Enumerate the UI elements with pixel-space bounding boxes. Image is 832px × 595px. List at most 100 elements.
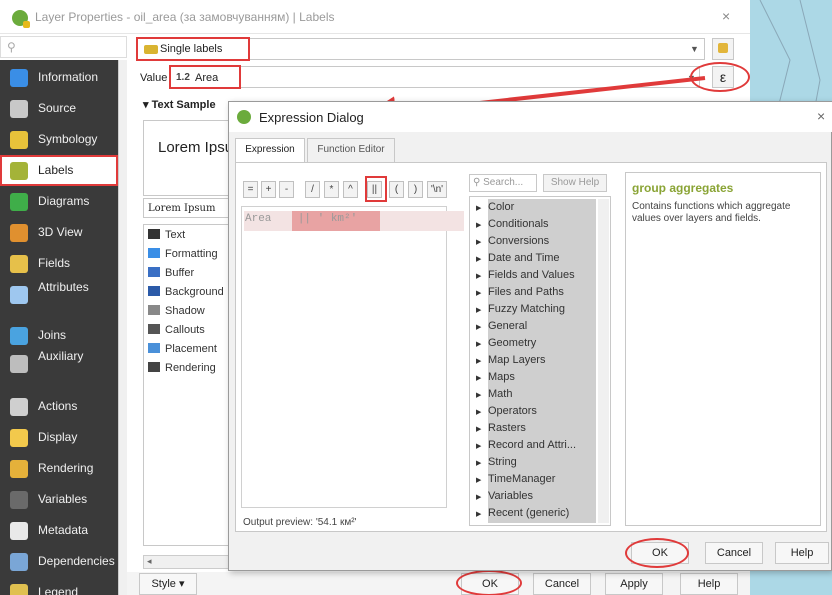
function-group-item[interactable]: ▶ Operators (476, 405, 537, 417)
function-group-item[interactable]: ▶ Date and Time (476, 252, 560, 264)
sidebar-item-joins[interactable]: Joins (0, 320, 118, 351)
expand-arrow-icon[interactable]: ▶ (476, 272, 488, 280)
text-sample-header[interactable]: ▾ Text Sample (143, 98, 216, 111)
label-tab-rendering[interactable]: Rendering (148, 362, 216, 374)
help-button[interactable]: Help (680, 573, 738, 595)
expand-arrow-icon[interactable]: ▶ (476, 289, 488, 297)
function-group-item[interactable]: ▶ General (476, 320, 527, 332)
function-group-item[interactable]: ▶ Fields and Values (476, 269, 575, 281)
sidebar-item-fields[interactable]: Fields (0, 248, 118, 279)
operator-button-2[interactable]: - (279, 181, 294, 198)
expand-arrow-icon[interactable]: ▶ (476, 306, 488, 314)
sidebar-item-attributes[interactable]: Attributes (0, 279, 118, 310)
sidebar-item-information[interactable]: Information (0, 62, 118, 93)
horizontal-scrollbar[interactable]: ◂ (143, 555, 235, 569)
function-group-item[interactable]: ▶ Math (476, 388, 512, 400)
sidebar-item-variables[interactable]: Variables (0, 484, 118, 515)
sidebar-item-symbology[interactable]: Symbology (0, 124, 118, 155)
sidebar-item-3d-view[interactable]: 3D View (0, 217, 118, 248)
label-tab-text[interactable]: Text (148, 229, 185, 241)
window-close-button[interactable]: × (722, 8, 730, 24)
operator-button-0[interactable]: = (243, 181, 258, 198)
operator-button-5[interactable]: ^ (343, 181, 358, 198)
dialog-cancel-button[interactable]: Cancel (705, 542, 763, 564)
expand-arrow-icon[interactable]: ▶ (476, 238, 488, 246)
function-group-item[interactable]: ▶ TimeManager (476, 473, 555, 485)
sidebar-item-rendering[interactable]: Rendering (0, 453, 118, 484)
expand-arrow-icon[interactable]: ▶ (476, 408, 488, 416)
expand-arrow-icon[interactable]: ▶ (476, 357, 488, 365)
expand-arrow-icon[interactable]: ▶ (476, 442, 488, 450)
expand-arrow-icon[interactable]: ▶ (476, 221, 488, 229)
label-tab-shadow[interactable]: Shadow (148, 305, 205, 317)
function-group-item[interactable]: ▶ String (476, 456, 517, 468)
function-group-item[interactable]: ▶ Fuzzy Matching (476, 303, 565, 315)
function-group-item[interactable]: ▶ Geometry (476, 337, 536, 349)
operator-button-1[interactable]: + (261, 181, 276, 198)
expand-arrow-icon[interactable]: ▶ (476, 391, 488, 399)
expand-arrow-icon[interactable]: ▶ (476, 340, 488, 348)
function-group-item[interactable]: ▶ Recent (generic) (476, 507, 569, 519)
dialog-help-button[interactable]: Help (775, 542, 829, 564)
sidebar-item-labels[interactable]: Labels (0, 155, 118, 186)
sidebar-item-metadata[interactable]: Metadata (0, 515, 118, 546)
expand-arrow-icon[interactable]: ▶ (476, 493, 488, 501)
operator-button-4[interactable]: * (324, 181, 339, 198)
expand-arrow-icon[interactable]: ▶ (476, 323, 488, 331)
tab-expression[interactable]: Expression (235, 138, 305, 162)
annotation-box-concat (365, 176, 387, 202)
sample-text-input[interactable]: Lorem Ipsum (143, 198, 235, 218)
label-rules-button[interactable] (712, 38, 734, 60)
function-group-label: Conversions (488, 235, 550, 247)
function-group-item[interactable]: ▶ Record and Attri... (476, 439, 576, 451)
sidebar-item-label: Rendering (38, 461, 94, 475)
qgis-logo-icon (237, 110, 251, 124)
function-search-input[interactable]: ⚲ Search... (469, 174, 537, 192)
function-group-item[interactable]: ▶ Files and Paths (476, 286, 564, 298)
label-tab-placement[interactable]: Placement (148, 343, 217, 355)
function-group-item[interactable]: ▶ Color (476, 201, 514, 213)
function-group-item[interactable]: ▶ Variables (476, 490, 533, 502)
operator-button-3[interactable]: / (305, 181, 320, 198)
sidebar-scrollbar[interactable] (118, 60, 127, 595)
function-group-item[interactable]: ▶ Maps (476, 371, 515, 383)
operator-button-7[interactable]: ( (389, 181, 404, 198)
sidebar-item-dependencies[interactable]: Dependencies (0, 546, 118, 577)
expand-arrow-icon[interactable]: ▶ (476, 204, 488, 212)
window-title-bar: Layer Properties - oil_area (за замовчув… (0, 0, 750, 34)
sidebar-item-legend[interactable]: Legend (0, 577, 118, 595)
sidebar-item-source[interactable]: Source (0, 93, 118, 124)
expand-arrow-icon[interactable]: ▶ (476, 459, 488, 467)
function-group-item[interactable]: ▶ Rasters (476, 422, 526, 434)
sidebar-item-diagrams[interactable]: Diagrams (0, 186, 118, 217)
sidebar-search-input[interactable]: ⚲ (0, 36, 127, 58)
show-help-button[interactable]: Show Help (543, 174, 607, 192)
expand-arrow-icon[interactable]: ▶ (476, 374, 488, 382)
sidebar-item-actions[interactable]: Actions (0, 391, 118, 422)
operator-button-9[interactable]: '\n' (427, 181, 447, 198)
function-group-item[interactable]: ▶ Conditionals (476, 218, 549, 230)
label-tab-background[interactable]: Background (148, 286, 224, 298)
label-tab-formatting[interactable]: Formatting (148, 248, 218, 260)
cancel-button[interactable]: Cancel (533, 573, 591, 595)
annotation-box-mode (136, 37, 250, 61)
operator-button-8[interactable]: ) (408, 181, 423, 198)
expand-arrow-icon[interactable]: ▶ (476, 476, 488, 484)
label-tab-buffer[interactable]: Buffer (148, 267, 194, 279)
function-group-label: General (488, 320, 528, 332)
function-list-scrollbar[interactable] (598, 199, 609, 523)
sidebar-item-auxiliary[interactable]: Auxiliary (0, 348, 118, 379)
style-button[interactable]: Style ▾ (139, 573, 197, 595)
function-group-item[interactable]: ▶ Map Layers (476, 354, 545, 366)
actions-icon (10, 398, 28, 416)
apply-button[interactable]: Apply (605, 573, 663, 595)
dialog-close-button[interactable]: × (817, 108, 825, 124)
label-tab-callouts[interactable]: Callouts (148, 324, 205, 336)
sidebar-item-display[interactable]: Display (0, 422, 118, 453)
function-group-item[interactable]: ▶ Conversions (476, 235, 549, 247)
tab-function-editor[interactable]: Function Editor (307, 138, 395, 162)
expand-arrow-icon[interactable]: ▶ (476, 255, 488, 263)
expand-arrow-icon[interactable]: ▶ (476, 510, 488, 518)
expression-editor[interactable]: Area || ' km²' (241, 206, 464, 508)
expand-arrow-icon[interactable]: ▶ (476, 425, 488, 433)
